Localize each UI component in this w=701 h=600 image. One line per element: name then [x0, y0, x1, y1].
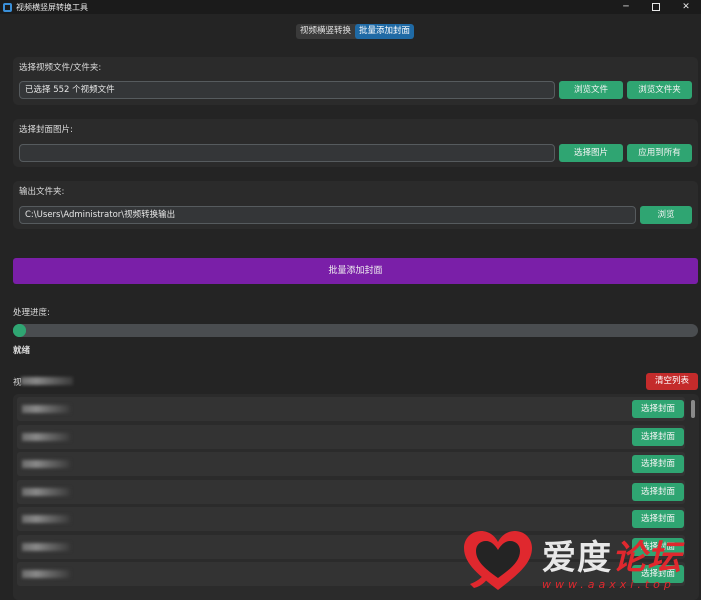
select-cover-button[interactable]: 选择封面	[632, 400, 684, 418]
browse-folder-button[interactable]: 浏览文件夹	[627, 81, 692, 99]
window-title: 视频横竖屏转换工具	[16, 2, 88, 12]
select-image-button[interactable]: 选择图片	[559, 144, 623, 162]
tab-bar: 视频横竖转换 批量添加封面	[296, 24, 415, 39]
select-cover-button[interactable]: 选择封面	[632, 427, 684, 446]
select-cover-button[interactable]: 选择封面	[632, 482, 684, 501]
video-section: 选择视频文件/文件夹: 已选择 552 个视频文件 浏览文件 浏览文件夹	[13, 57, 698, 105]
file-name-redacted	[22, 542, 70, 551]
tab-batch-cover[interactable]: 批量添加封面	[355, 24, 415, 39]
progress-bar	[13, 324, 698, 337]
list-item: 选择封面	[17, 479, 685, 504]
cover-section-label: 选择封面图片:	[19, 125, 73, 135]
watermark-url: www.aaxxi.top	[542, 578, 675, 591]
maximize-icon	[652, 3, 660, 11]
output-path-field[interactable]: C:\Users\Administrator\视频转换输出	[19, 206, 636, 224]
batch-add-cover-button[interactable]: 批量添加封面	[13, 258, 698, 284]
output-section: 输出文件夹: C:\Users\Administrator\视频转换输出 浏览	[13, 181, 698, 229]
select-cover-button[interactable]: 选择封面	[632, 455, 684, 473]
tab-video-convert[interactable]: 视频横竖转换	[296, 24, 355, 39]
video-section-label: 选择视频文件/文件夹:	[19, 63, 102, 73]
maximize-button[interactable]	[641, 0, 671, 14]
list-item: 选择封面	[17, 452, 685, 476]
forum-watermark: 爱度论坛 www.aaxxi.top	[460, 526, 690, 600]
file-name-redacted	[22, 570, 70, 578]
watermark-text-red: 论坛	[612, 538, 682, 578]
clear-list-button[interactable]: 清空列表	[646, 373, 698, 390]
app-icon	[3, 2, 12, 12]
file-name-redacted	[22, 432, 70, 441]
status-text: 就绪	[13, 346, 31, 356]
file-name-redacted	[22, 487, 70, 496]
file-name-redacted	[22, 515, 70, 523]
minimize-button[interactable]: ─	[611, 0, 641, 14]
close-button[interactable]: ✕	[671, 0, 701, 14]
list-header-redacted	[21, 377, 73, 385]
file-name-redacted	[22, 405, 70, 413]
list-scrollbar[interactable]	[691, 400, 695, 418]
apply-all-button[interactable]: 应用到所有	[627, 144, 692, 162]
cover-section: 选择封面图片: 选择图片 应用到所有	[13, 119, 698, 167]
output-section-label: 输出文件夹:	[19, 187, 65, 197]
watermark-title: 爱度论坛	[542, 530, 682, 579]
progress-knob[interactable]	[13, 324, 26, 337]
browse-file-button[interactable]: 浏览文件	[559, 81, 623, 99]
file-name-redacted	[22, 460, 70, 468]
list-item: 选择封面	[17, 397, 685, 421]
progress-label: 处理进度:	[13, 308, 50, 318]
watermark-text-white: 爱度	[542, 538, 612, 578]
title-bar: 视频横竖屏转换工具	[0, 0, 701, 14]
video-path-field[interactable]: 已选择 552 个视频文件	[19, 81, 555, 99]
list-item: 选择封面	[17, 424, 685, 449]
cover-path-field[interactable]	[19, 144, 555, 162]
heart-logo-icon	[464, 531, 532, 590]
browse-output-button[interactable]: 浏览	[640, 206, 692, 224]
